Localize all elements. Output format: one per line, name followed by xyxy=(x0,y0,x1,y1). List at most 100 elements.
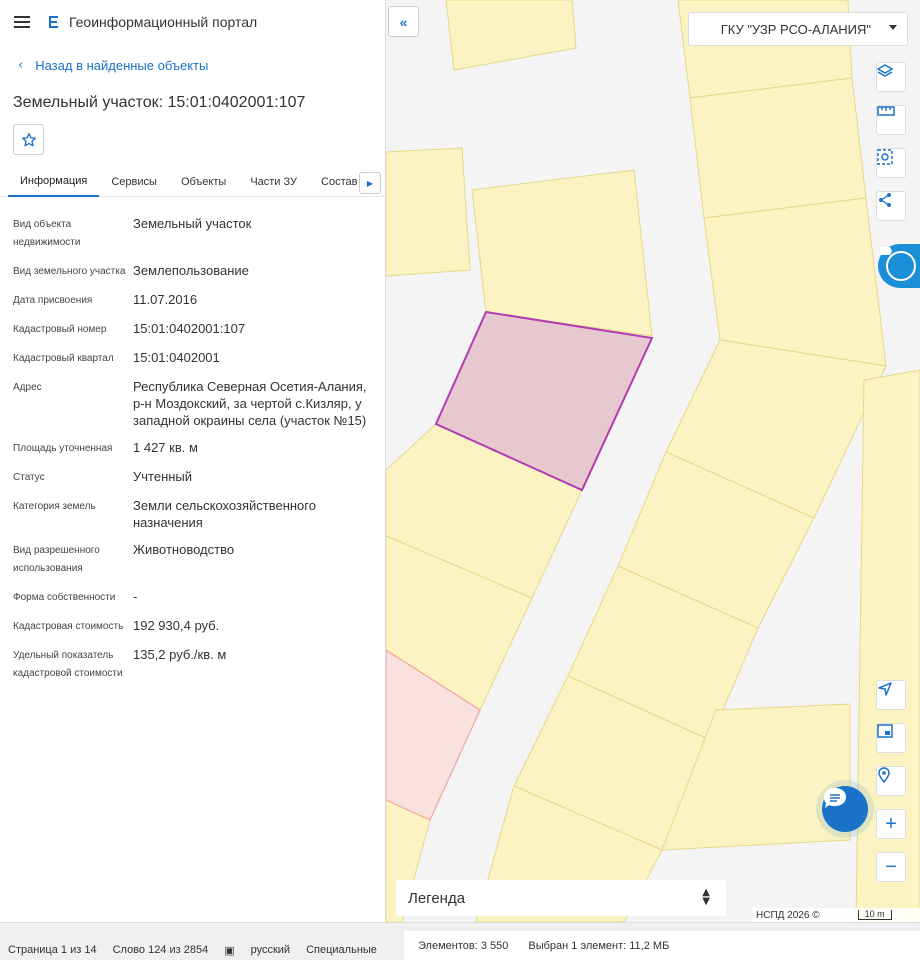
promo-badge[interactable] xyxy=(878,244,920,288)
property-key: Площадь уточненная xyxy=(13,443,113,454)
property-row: Категория земель Земли сельскохозяйственн… xyxy=(0,497,385,531)
land-parcel[interactable] xyxy=(689,77,867,219)
info-panel: Геоинформационный портал ‹ Назад в найде… xyxy=(0,0,386,922)
layers-button[interactable] xyxy=(876,62,906,92)
layers-icon xyxy=(877,64,893,77)
tab-services[interactable]: Сервисы xyxy=(99,167,169,197)
property-key: Кадастровый квартал xyxy=(13,353,114,364)
property-key: Дата присвоения xyxy=(13,295,93,306)
property-value: 135,2 руб./кв. м xyxy=(133,647,227,662)
share-button[interactable] xyxy=(876,191,906,221)
navigate-button[interactable] xyxy=(876,680,906,710)
accessibility-status[interactable]: Специальные xyxy=(306,944,377,956)
property-row: Статус Учтенный xyxy=(0,468,385,487)
chevron-up-down-icon: ▲ ▼ xyxy=(702,887,710,907)
select-area-icon xyxy=(877,149,893,165)
property-key: Вид объекта недвижимости xyxy=(13,219,81,248)
minus-icon: − xyxy=(885,856,897,878)
scale-bar: 10 m xyxy=(857,910,892,920)
double-chevron-left-icon: « xyxy=(399,13,408,30)
property-row: Площадь уточненная 1 427 кв. м xyxy=(0,439,385,458)
property-row: Кадастровый квартал 15:01:0402001 xyxy=(0,349,385,368)
property-value: 1 427 кв. м xyxy=(133,440,198,455)
property-value: Республика Северная Осетия-Алания, р-н М… xyxy=(133,379,367,428)
share-icon xyxy=(879,193,891,207)
property-key: Кадастровая стоимость xyxy=(13,621,124,632)
land-parcel[interactable] xyxy=(445,0,577,71)
land-parcel[interactable] xyxy=(703,197,887,367)
portal-logo-icon xyxy=(49,16,58,28)
land-parcel[interactable] xyxy=(471,169,653,337)
properties-list: Вид объекта недвижимости Земельный участо… xyxy=(0,197,385,683)
property-value: Земли сельскохозяйственного назначения xyxy=(133,498,316,530)
organization-select[interactable]: ГКУ "УЗР РСО-АЛАНИЯ" xyxy=(688,12,908,46)
chat-button[interactable] xyxy=(822,786,868,832)
map-view[interactable]: « ГКУ "УЗР РСО-АЛАНИЯ" + − Легенда ▲ ▼ Н… xyxy=(386,0,920,922)
explorer-status: Элементов: 3 550 Выбран 1 элемент: 11,2 … xyxy=(404,931,920,960)
property-row: Форма собственности - xyxy=(0,588,385,607)
property-row: Вид объекта недвижимости Земельный участо… xyxy=(0,215,385,252)
tab-objects[interactable]: Объекты xyxy=(169,167,238,197)
property-key: Вид земельного участка xyxy=(13,266,126,277)
property-key: Вид разрешенного использования xyxy=(13,545,100,574)
back-to-results-link[interactable]: ‹ Назад в найденные объекты xyxy=(0,44,385,86)
ruler-icon xyxy=(877,106,895,116)
property-key: Форма собственности xyxy=(13,592,116,603)
zoom-in-button[interactable]: + xyxy=(876,809,906,839)
property-value: 11.07.2016 xyxy=(133,292,198,307)
chat-icon xyxy=(824,788,846,808)
top-bar: Геоинформационный портал xyxy=(0,0,385,44)
chevron-down-icon xyxy=(889,25,897,30)
editor-status: Страница 1 из 14 Слово 124 из 2854 ▣ рус… xyxy=(0,939,393,960)
land-parcel[interactable] xyxy=(855,369,920,922)
app-title: Геоинформационный портал xyxy=(69,14,258,30)
map-attribution: НСПД 2026 © 10 m xyxy=(752,908,920,922)
legend-toggle[interactable]: Легенда ▲ ▼ xyxy=(396,880,726,916)
minimap-button[interactable] xyxy=(876,723,906,753)
word-counter[interactable]: Слово 124 из 2854 xyxy=(113,944,209,956)
property-key: Статус xyxy=(13,472,45,483)
property-row: Вид разрешенного использования Животновод… xyxy=(0,541,385,578)
my-location-button[interactable] xyxy=(876,766,906,796)
property-key: Кадастровый номер xyxy=(13,324,107,335)
chevron-left-icon: ‹ xyxy=(18,57,24,73)
property-row: Дата присвоения 11.07.2016 xyxy=(0,291,385,310)
notes-icon xyxy=(880,247,916,281)
minimap-icon xyxy=(877,724,893,738)
property-value: Земельный участок xyxy=(133,216,252,231)
property-value: Животноводство xyxy=(133,542,235,557)
land-parcel[interactable] xyxy=(386,147,471,277)
property-row: Вид земельного участка Землепользование xyxy=(0,262,385,281)
language-indicator[interactable]: русский xyxy=(251,944,290,956)
property-value: 15:01:0402001:107 xyxy=(133,321,246,336)
page-counter[interactable]: Страница 1 из 14 xyxy=(8,944,97,956)
map-canvas[interactable] xyxy=(386,0,920,922)
property-row: Адрес Республика Северная Осетия-Алания, … xyxy=(0,378,385,429)
property-key: Адрес xyxy=(13,382,42,393)
property-value: Землепользование xyxy=(133,263,249,278)
measure-button[interactable] xyxy=(876,105,906,135)
proofing-icon[interactable]: ▣ xyxy=(224,944,234,957)
property-value: 192 930,4 руб. xyxy=(133,618,220,633)
property-value: Учтенный xyxy=(133,469,193,484)
favorite-button[interactable] xyxy=(13,124,44,155)
zoom-out-button[interactable]: − xyxy=(876,852,906,882)
star-icon xyxy=(21,132,36,146)
tab-parcel-parts[interactable]: Части ЗУ xyxy=(238,167,309,197)
status-bar: Страница 1 из 14 Слово 124 из 2854 ▣ рус… xyxy=(0,922,920,960)
attribution-text: НСПД 2026 © xyxy=(756,909,820,921)
property-row: Кадастровая стоимость 192 930,4 руб. xyxy=(0,617,385,636)
back-link-label: Назад в найденные объекты xyxy=(35,57,209,73)
property-row: Удельный показатель кадастровой стоимост… xyxy=(0,646,385,683)
select-area-button[interactable] xyxy=(876,148,906,178)
menu-icon[interactable] xyxy=(14,16,30,28)
property-key: Удельный показатель кадастровой стоимост… xyxy=(13,650,123,679)
object-title: Земельный участок: 15:01:0402001:107 xyxy=(13,94,306,111)
legend-label: Легенда xyxy=(408,889,466,907)
navigate-icon xyxy=(878,682,892,696)
tab-information[interactable]: Информация xyxy=(8,167,100,197)
collapse-panel-button[interactable]: « xyxy=(388,6,419,37)
plus-icon: + xyxy=(885,813,897,835)
location-pin-icon xyxy=(878,767,890,783)
tabs-scroll-right-button[interactable]: ▶ xyxy=(359,172,381,194)
